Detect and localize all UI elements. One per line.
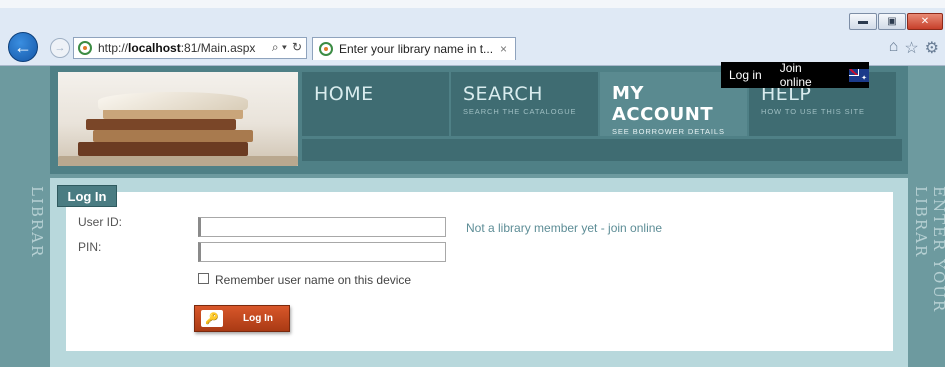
pin-label: PIN: bbox=[78, 240, 102, 254]
login-button-label: Log In bbox=[243, 313, 273, 324]
restore-button[interactable]: ▣ bbox=[878, 13, 906, 30]
top-links-bar: Log in Join online bbox=[721, 61, 869, 89]
nav-search[interactable]: SEARCH SEARCH THE CATALOGUE bbox=[451, 72, 598, 136]
user-id-label: User ID: bbox=[78, 215, 123, 229]
address-actions: ⌕ ▾ ↻ bbox=[272, 40, 302, 55]
user-id-input[interactable] bbox=[198, 217, 446, 237]
side-banner-right: ENTER YOUR LIBRAR bbox=[912, 186, 945, 314]
browser-tab[interactable]: Enter your library name in t... × bbox=[312, 37, 516, 60]
forward-button[interactable]: → bbox=[50, 38, 70, 58]
settings-gear-icon[interactable]: ⚙ bbox=[925, 38, 939, 58]
login-link[interactable]: Log in bbox=[729, 68, 762, 82]
refresh-icon[interactable]: ↻ bbox=[292, 40, 302, 55]
search-icon[interactable]: ⌕ ▾ bbox=[272, 40, 287, 55]
sub-nav-bar bbox=[302, 139, 902, 161]
close-window-button[interactable]: ✕ bbox=[907, 13, 943, 30]
australia-flag-icon[interactable] bbox=[849, 68, 869, 82]
address-bar[interactable]: http://localhost:81/Main.aspx ⌕ ▾ ↻ bbox=[73, 37, 307, 59]
minimize-button[interactable]: ▬ bbox=[849, 13, 877, 30]
join-online-link[interactable]: Join online bbox=[780, 61, 837, 89]
remember-checkbox[interactable] bbox=[198, 273, 209, 284]
key-icon: 🔑 bbox=[201, 310, 223, 327]
login-panel bbox=[66, 192, 893, 351]
title-bar bbox=[0, 0, 945, 8]
books-banner-image bbox=[58, 72, 298, 166]
address-url[interactable]: http://localhost:81/Main.aspx bbox=[98, 41, 255, 55]
back-button[interactable]: ← bbox=[8, 32, 38, 62]
window-controls: ▬ ▣ ✕ bbox=[849, 13, 943, 30]
pin-input[interactable] bbox=[198, 242, 446, 262]
nav-home[interactable]: HOME bbox=[302, 72, 449, 136]
back-arrow-icon: ← bbox=[14, 36, 32, 57]
browser-chrome: ▬ ▣ ✕ ← → http://localhost:81/Main.aspx … bbox=[0, 0, 945, 66]
tab-title: Enter your library name in t... bbox=[339, 42, 494, 56]
login-button[interactable]: 🔑 Log In bbox=[194, 305, 290, 332]
join-online-form-link[interactable]: Not a library member yet - join online bbox=[466, 221, 662, 235]
home-icon[interactable]: ⌂ bbox=[889, 38, 899, 58]
login-tab: Log In bbox=[57, 185, 117, 207]
remember-label: Remember user name on this device bbox=[215, 273, 412, 287]
favorites-star-icon[interactable]: ☆ bbox=[904, 38, 918, 58]
site-favicon-icon bbox=[78, 41, 92, 55]
browser-toolbar-icons: ⌂ ☆ ⚙ bbox=[889, 38, 939, 58]
tab-favicon-icon bbox=[319, 42, 333, 56]
tab-close-icon[interactable]: × bbox=[500, 42, 507, 56]
forward-arrow-icon: → bbox=[54, 42, 66, 54]
